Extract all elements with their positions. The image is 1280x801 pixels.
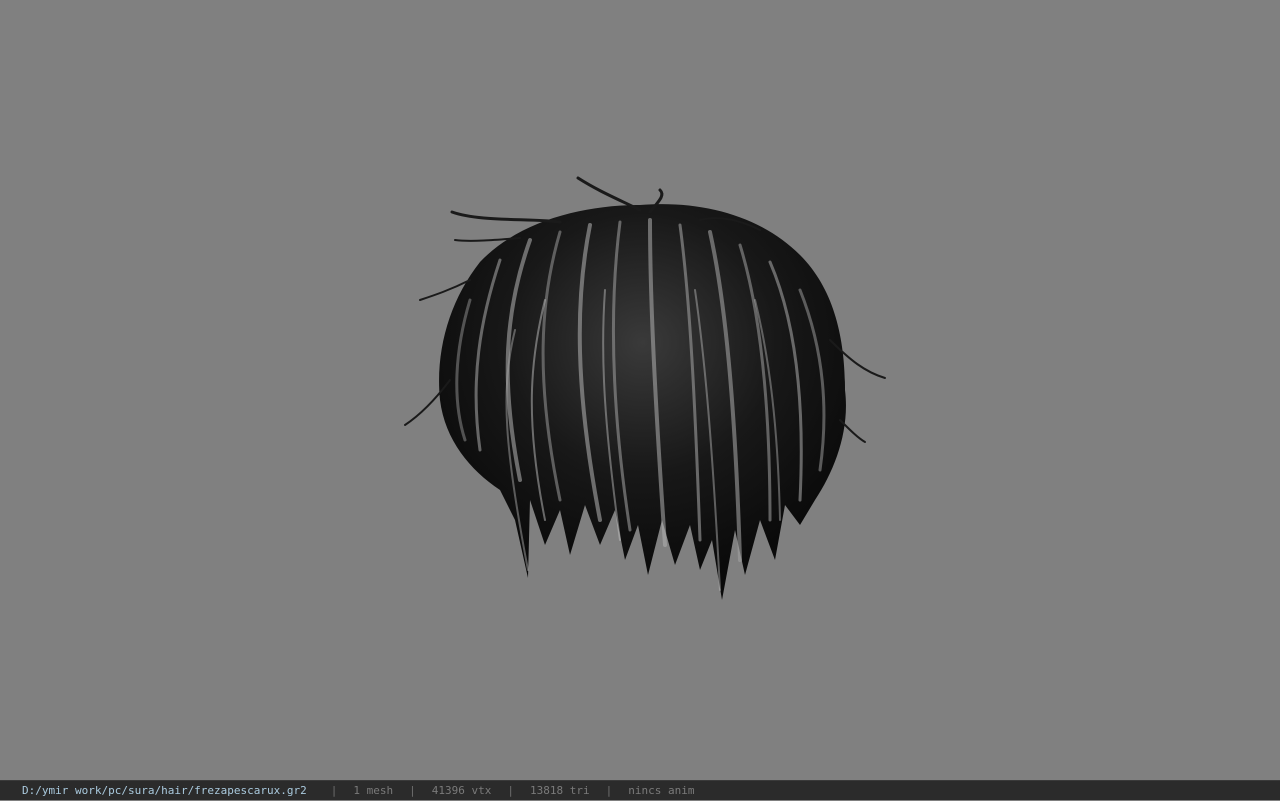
file-path: D:/ymir work/pc/sura/hair/frezapescarux.…: [22, 783, 307, 797]
status-bar: D:/ymir work/pc/sura/hair/frezapescarux.…: [0, 780, 1280, 800]
status-separator: |: [330, 783, 338, 797]
vertex-count: 41396 vtx: [431, 783, 492, 797]
status-separator: |: [409, 783, 416, 797]
3d-viewport[interactable]: [0, 0, 1280, 780]
triangle-count: 13818 tri: [530, 783, 590, 797]
animation-status: nincs anim: [628, 783, 695, 797]
status-separator: |: [605, 783, 613, 797]
mesh-count: 1 mesh: [353, 783, 394, 797]
hair-model: [404, 176, 886, 601]
status-separator: |: [507, 783, 515, 797]
